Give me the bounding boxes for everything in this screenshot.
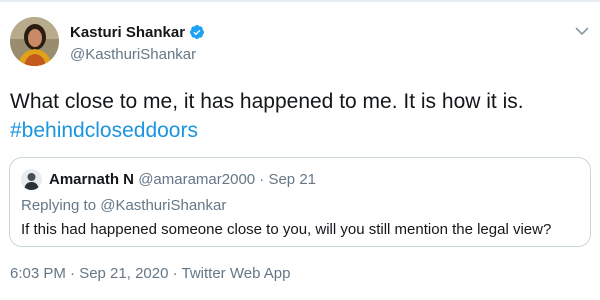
avatar-image xyxy=(10,17,59,66)
tweet-author: Kasturi Shankar @KasthuriShankar xyxy=(70,21,205,63)
quoted-avatar xyxy=(21,169,42,190)
quoted-header: Amarnath N @amaramar2000 · Sep 21 xyxy=(49,171,316,188)
replying-to-label: Replying to xyxy=(21,197,101,214)
author-display-name[interactable]: Kasturi Shankar xyxy=(70,24,185,41)
top-divider xyxy=(0,0,600,2)
chevron-down-icon[interactable] xyxy=(574,23,590,39)
tweet-timestamp[interactable]: 6:03 PM · Sep 21, 2020 · Twitter Web App xyxy=(10,265,290,282)
avatar[interactable] xyxy=(10,17,59,66)
quoted-display-name: Amarnath N xyxy=(49,171,135,188)
quoted-replying-to: Replying to @KasthuriShankar xyxy=(21,197,226,214)
tweet-text: What close to me, it has happened to me.… xyxy=(10,87,595,145)
hashtag-link[interactable]: #behindcloseddoors xyxy=(10,116,595,145)
author-handle[interactable]: @KasthuriShankar xyxy=(70,46,205,63)
verified-badge-icon xyxy=(189,24,205,40)
quoted-tweet[interactable]: Amarnath N @amaramar2000 · Sep 21 Replyi… xyxy=(9,157,591,247)
quoted-avatar-image xyxy=(21,169,42,190)
quoted-meta: @amaramar2000 · Sep 21 xyxy=(138,171,317,188)
tweet-body: What close to me, it has happened to me.… xyxy=(10,90,524,113)
replying-to-handle: @KasthuriShankar xyxy=(100,197,227,214)
quoted-text: If this had happened someone close to yo… xyxy=(21,221,552,238)
